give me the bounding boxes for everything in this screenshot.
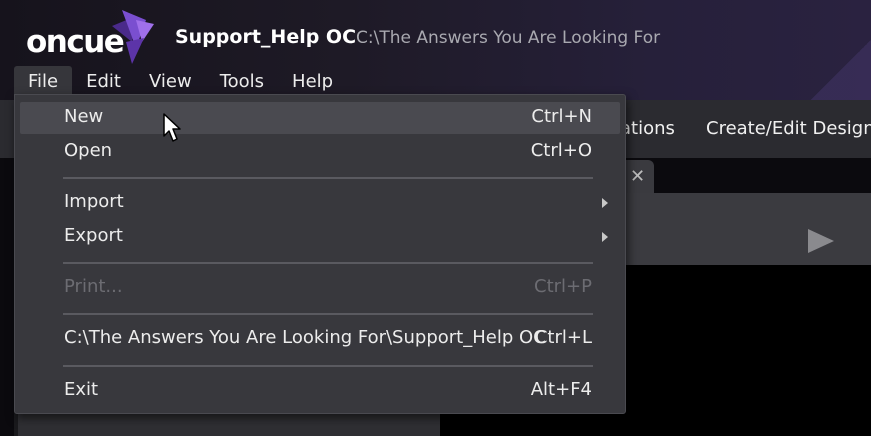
document-path: C:\The Answers You Are Looking For <box>356 28 661 48</box>
menu-item-shortcut: Ctrl+L <box>534 327 592 348</box>
file-menu-dropdown: New Ctrl+N Open Ctrl+O Import Export Pri… <box>14 94 626 414</box>
menu-item-recent-file[interactable]: C:\The Answers You Are Looking For\Suppo… <box>20 323 620 355</box>
menu-item-import[interactable]: Import <box>20 187 620 219</box>
mouse-cursor-icon <box>163 113 181 142</box>
menu-item-label: Exit <box>64 379 99 400</box>
menu-item-exit[interactable]: Exit Alt+F4 <box>20 375 620 407</box>
menu-item-label: New <box>64 106 104 127</box>
menu-item-export[interactable]: Export <box>20 221 620 253</box>
menu-item-shortcut: Ctrl+N <box>531 106 592 127</box>
bird-logo-icon <box>112 10 154 64</box>
title-bar: oncue Support_Help OC C:\The Answers You… <box>0 0 871 100</box>
menu-item-label: Print... <box>64 276 123 297</box>
menu-item-label: Import <box>64 191 124 212</box>
ribbon-tab-presentations[interactable]: ations <box>620 118 675 139</box>
menu-item-new[interactable]: New Ctrl+N <box>20 102 620 134</box>
menu-separator <box>63 177 593 179</box>
menu-item-shortcut: Alt+F4 <box>530 379 592 400</box>
title-bar-decoration <box>811 40 871 100</box>
menu-separator <box>63 365 593 367</box>
submenu-arrow-icon <box>602 198 608 208</box>
ribbon-tab-create-edit-designations[interactable]: Create/Edit Designa <box>706 118 871 139</box>
close-tab-icon[interactable]: ✕ <box>630 166 645 187</box>
menu-item-label: Export <box>64 225 123 246</box>
menu-item-shortcut: Ctrl+P <box>534 276 592 297</box>
menu-item-open[interactable]: Open Ctrl+O <box>20 136 620 168</box>
menu-item-print: Print... Ctrl+P <box>20 272 620 304</box>
play-icon[interactable] <box>806 228 836 254</box>
menu-item-shortcut: Ctrl+O <box>530 140 592 161</box>
menu-item-label: C:\The Answers You Are Looking For\Suppo… <box>64 327 546 348</box>
submenu-arrow-icon <box>602 232 608 242</box>
menu-separator <box>63 313 593 315</box>
menu-item-label: Open <box>64 140 113 161</box>
document-title: Support_Help OC <box>175 26 357 48</box>
menu-separator <box>63 262 593 264</box>
oncue-logo: oncue <box>26 8 161 68</box>
